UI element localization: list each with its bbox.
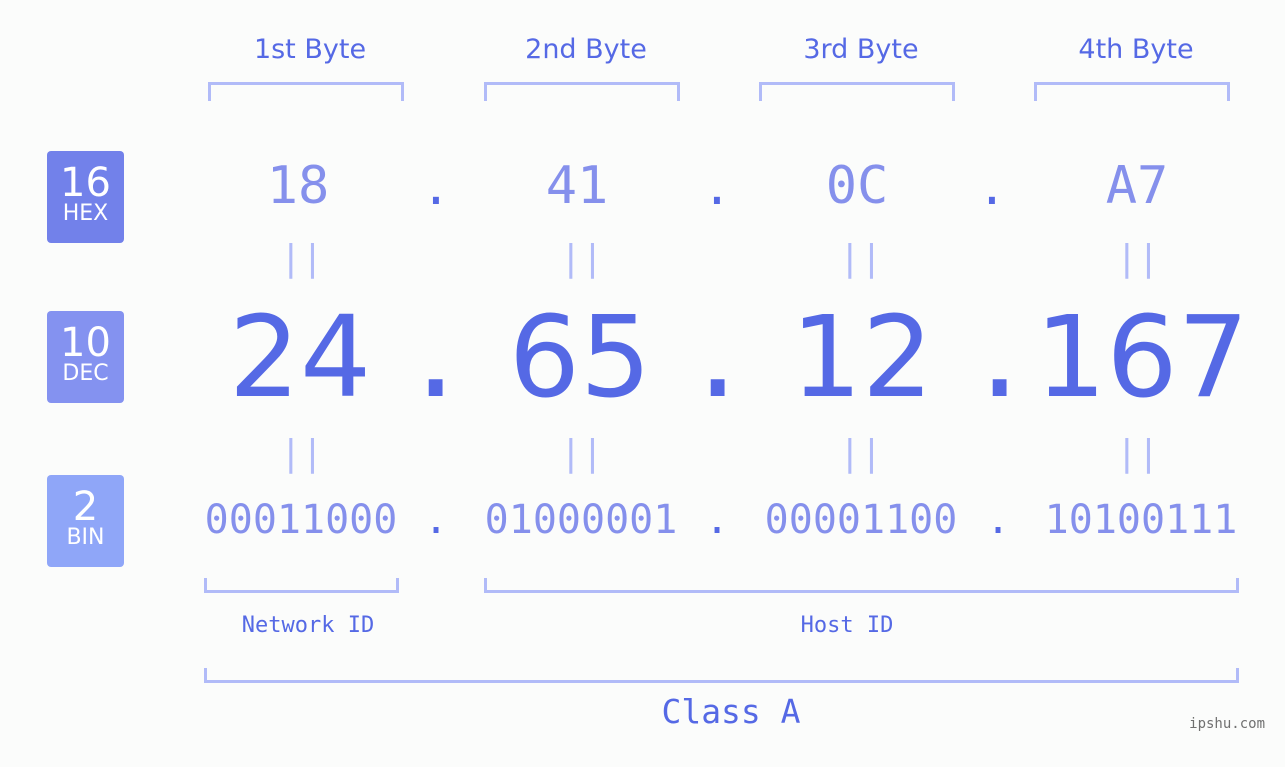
byte-label-3: 3rd Byte	[803, 34, 919, 65]
bin-value-1: 00011000	[204, 497, 398, 543]
dec-value-2: 65	[508, 293, 652, 423]
hex-badge: 16 HEX	[47, 151, 124, 243]
host-id-label: Host ID	[800, 613, 894, 638]
hex-value-3: 0C	[825, 156, 889, 216]
bin-separator-3: .	[985, 497, 1011, 543]
byte-label-1: 1st Byte	[253, 34, 367, 65]
bin-separator-1: .	[423, 497, 449, 543]
class-bracket	[204, 668, 1239, 683]
equals-dec-bin-3: ||	[839, 433, 883, 474]
equals-dec-bin-1: ||	[280, 433, 324, 474]
byte-label-2: 2nd Byte	[525, 34, 647, 65]
equals-hex-dec-1: ||	[280, 238, 324, 279]
hex-value-4: A7	[1105, 156, 1169, 216]
equals-hex-dec-2: ||	[560, 238, 604, 279]
equals-hex-dec-4: ||	[1116, 238, 1160, 279]
watermark: ipshu.com	[1189, 716, 1265, 732]
dec-separator-3: .	[966, 293, 1034, 423]
dec-separator-1: .	[402, 293, 470, 423]
equals-dec-bin-4: ||	[1116, 433, 1160, 474]
hex-separator-3: .	[977, 160, 1007, 216]
dec-separator-2: .	[684, 293, 752, 423]
dec-value-4: 167	[1035, 293, 1249, 423]
bin-badge-label: BIN	[66, 525, 105, 550]
dec-badge-number: 10	[60, 320, 111, 366]
equals-hex-dec-3: ||	[839, 238, 883, 279]
network-id-bracket	[204, 578, 399, 593]
dec-value-3: 12	[790, 293, 934, 423]
bin-value-4: 10100111	[1044, 497, 1238, 543]
byte-label-4: 4th Byte	[1078, 34, 1194, 65]
byte-bracket-3	[759, 82, 955, 101]
bin-badge-number: 2	[72, 484, 99, 530]
bin-value-3: 00001100	[764, 497, 958, 543]
class-label: Class A	[661, 692, 801, 731]
byte-bracket-2	[484, 82, 680, 101]
host-id-bracket	[484, 578, 1239, 593]
hex-value-1: 18	[266, 156, 330, 216]
dec-value-1: 24	[228, 293, 372, 423]
dec-badge: 10 DEC	[47, 311, 124, 403]
dec-badge-label: DEC	[62, 361, 109, 386]
byte-bracket-4	[1034, 82, 1230, 101]
hex-badge-number: 16	[60, 160, 111, 206]
hex-separator-2: .	[702, 160, 732, 216]
bin-separator-2: .	[704, 497, 730, 543]
hex-value-2: 41	[545, 156, 609, 216]
bin-badge: 2 BIN	[47, 475, 124, 567]
equals-dec-bin-2: ||	[560, 433, 604, 474]
bin-value-2: 01000001	[484, 497, 678, 543]
hex-badge-label: HEX	[62, 201, 109, 226]
byte-bracket-1	[208, 82, 404, 101]
hex-separator-1: .	[421, 160, 451, 216]
network-id-label: Network ID	[241, 613, 375, 638]
